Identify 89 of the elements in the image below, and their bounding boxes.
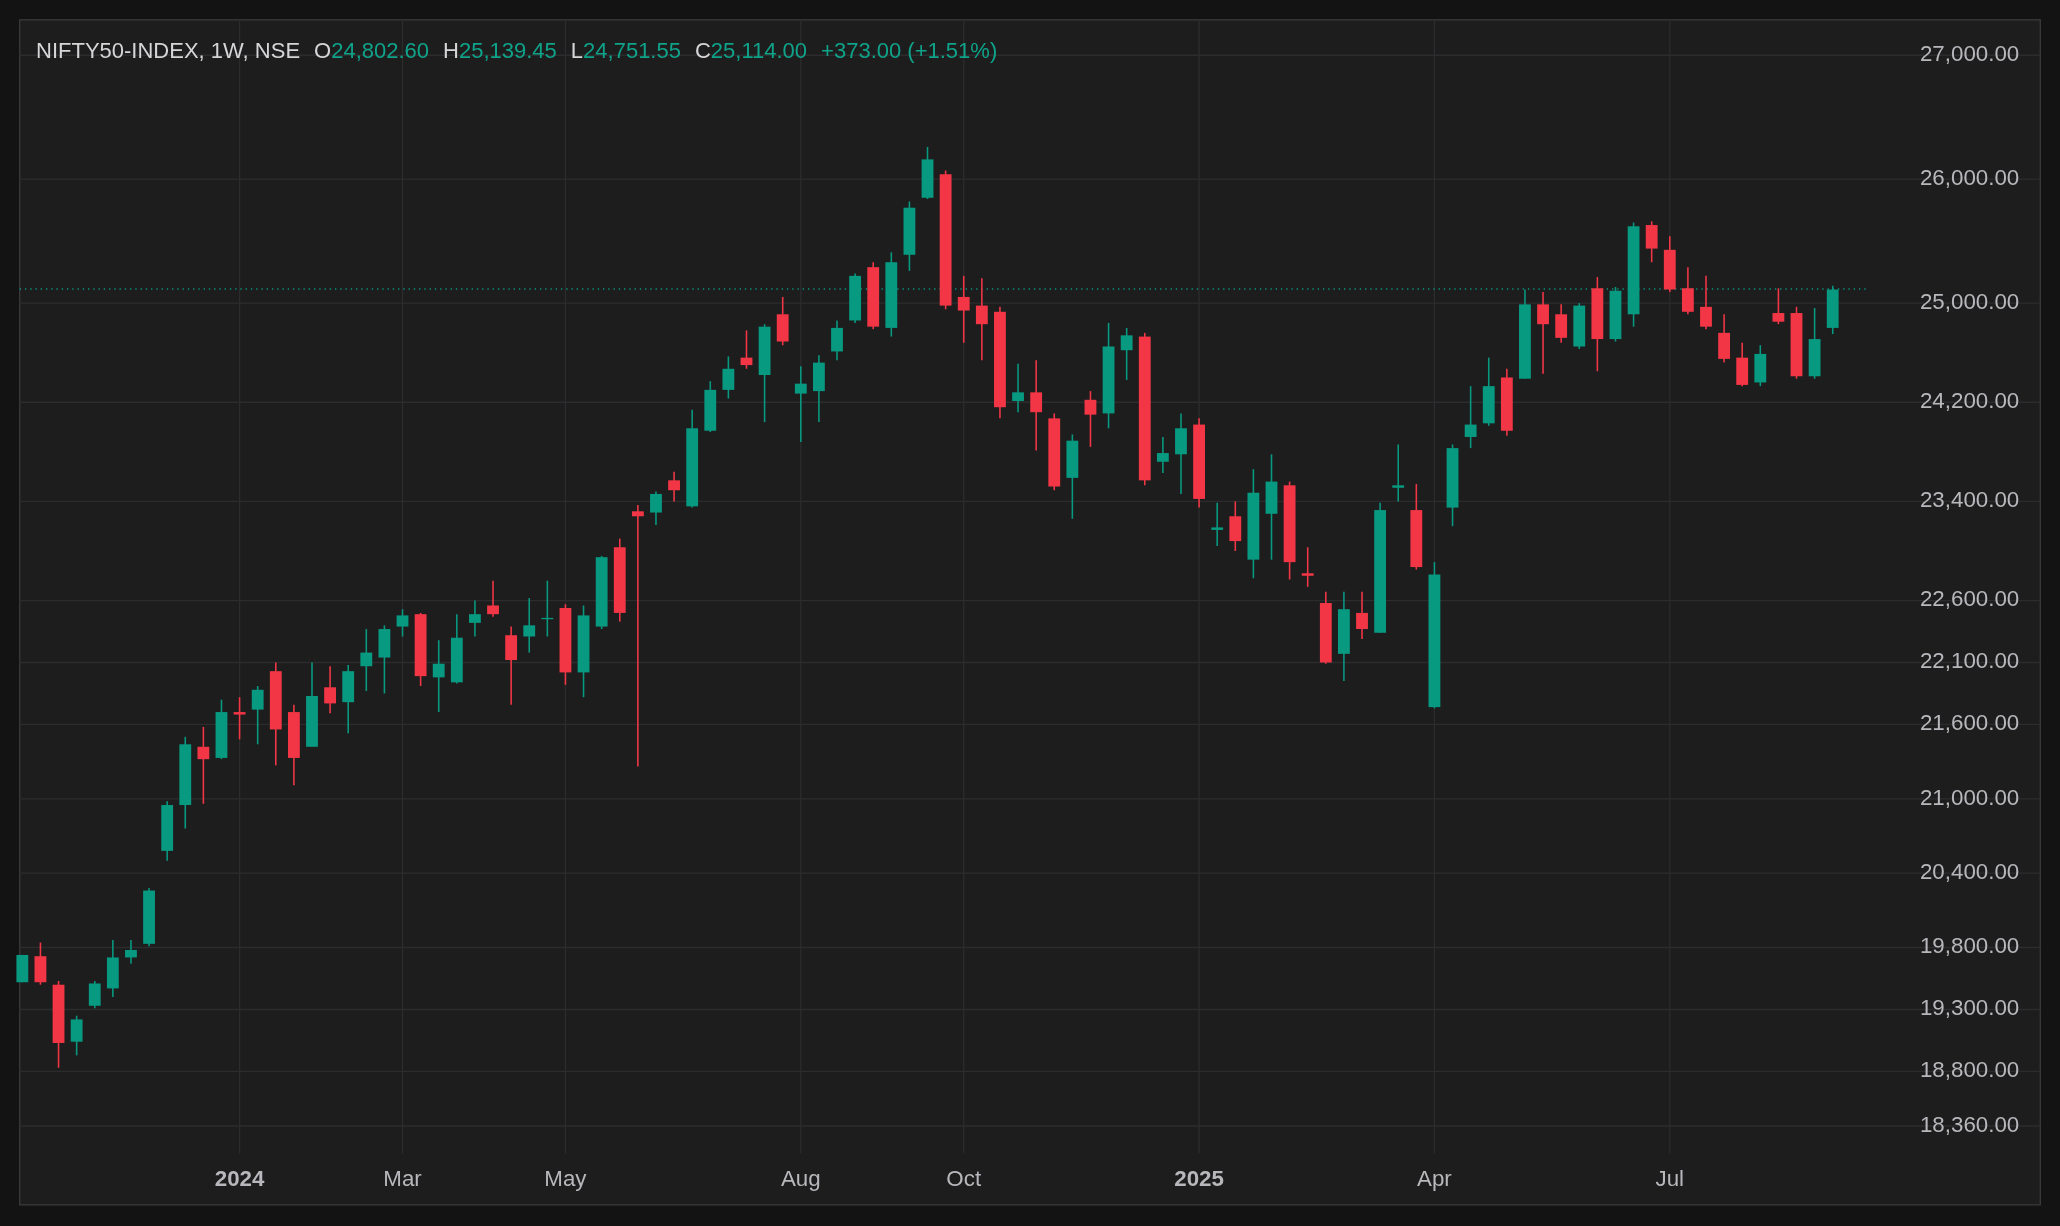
time-axis-label: May	[544, 1165, 587, 1191]
time-axis-label: Oct	[946, 1165, 982, 1191]
price-axis-label: 26,000.00	[1919, 165, 2020, 191]
ohlc-label: H	[443, 38, 459, 64]
candlestick	[1555, 303, 1568, 344]
candlestick	[396, 608, 409, 638]
time-axis-label: Aug	[780, 1165, 821, 1191]
candlestick	[215, 698, 228, 760]
time-axis-label: Apr	[1417, 1165, 1452, 1191]
candlestick	[1211, 501, 1224, 547]
candlestick	[1826, 284, 1839, 335]
candlestick	[1718, 313, 1730, 364]
candlestick	[1772, 287, 1785, 325]
price-axis-label: 21,600.00	[1919, 710, 2020, 736]
candlestick	[70, 1014, 83, 1057]
candlestick	[106, 939, 119, 998]
candlestick	[1156, 436, 1169, 474]
time-axis-label: Jul	[1655, 1165, 1685, 1191]
price-axis-label: 27,000.00	[1919, 41, 2020, 67]
candlestick	[704, 380, 717, 433]
candlestick	[16, 954, 29, 983]
candlestick	[1645, 220, 1658, 264]
candlestick	[831, 319, 843, 361]
candlestick	[650, 490, 662, 526]
candlestick	[450, 613, 463, 685]
candlestick	[1012, 363, 1024, 413]
ohlc-label: C	[694, 38, 711, 64]
candlestick	[1301, 546, 1314, 588]
price-axis-label: 24,200.00	[1919, 388, 2020, 414]
candlestick	[1084, 390, 1097, 448]
price-axis-label: 21,000.00	[1919, 784, 2020, 810]
candlestick	[1754, 344, 1767, 387]
candlestick	[813, 354, 825, 423]
candlestick	[776, 296, 789, 347]
ohlc-value: 25,114.00	[710, 38, 808, 64]
candlestick	[161, 800, 174, 862]
price-axis-label: 19,300.00	[1919, 995, 2020, 1021]
candlestick	[125, 939, 137, 965]
ohlc-label: O	[314, 38, 332, 64]
time-axis-label: 2024	[214, 1165, 265, 1191]
candlestick	[1464, 385, 1477, 449]
candlestick	[867, 261, 880, 330]
candlestick	[34, 941, 47, 986]
price-axis-label: 18,360.00	[1919, 1111, 2020, 1137]
candlestick	[233, 696, 246, 741]
candlestick	[1700, 275, 1712, 330]
price-axis-label: 25,000.00	[1919, 289, 2020, 315]
candlestick	[1500, 368, 1513, 437]
price-axis-label: 23,400.00	[1919, 487, 2020, 513]
candlestick	[1663, 235, 1676, 293]
candlestick	[1482, 356, 1495, 427]
candlestick	[903, 200, 916, 272]
price-axis-label: 20,400.00	[1919, 859, 2020, 885]
candlestick	[1392, 443, 1405, 503]
candlestick	[740, 329, 753, 370]
candlestick	[1573, 302, 1586, 350]
candlestick	[1229, 500, 1242, 552]
ohlc-label: L	[570, 38, 584, 64]
candlestick	[342, 664, 355, 734]
candlestick	[541, 579, 554, 638]
price-axis-label: 19,800.00	[1919, 933, 2020, 959]
candlestick	[251, 685, 264, 746]
candlestick	[957, 275, 970, 344]
price-axis-label: 22,100.00	[1919, 648, 2020, 674]
candlestick	[378, 624, 391, 695]
time-axis-label: Mar	[383, 1165, 422, 1191]
candlestick	[1120, 327, 1133, 381]
price-change: +373.00 (+1.51%)	[821, 38, 998, 64]
candlestick	[487, 579, 499, 618]
candlestick	[668, 470, 680, 503]
price-axis-label: 18,800.00	[1919, 1057, 2020, 1083]
time-axis-label: 2025	[1174, 1165, 1224, 1191]
candlestick	[849, 272, 861, 324]
candlestick	[1736, 342, 1749, 387]
candlestick	[722, 355, 735, 400]
candlestick	[1356, 591, 1368, 640]
chart-symbol: NIFTY50-INDEX, 1W, NSE	[36, 38, 301, 64]
ohlc-value: 24,751.55	[583, 38, 681, 64]
candlestick	[143, 887, 155, 948]
price-axis-label: 22,600.00	[1919, 586, 2020, 612]
candlestick	[469, 599, 481, 638]
candlestick	[921, 146, 934, 200]
ohlc-value: 25,139.45	[458, 38, 557, 64]
candlestick	[523, 597, 536, 654]
ohlc-value: 24,802.60	[331, 38, 430, 64]
candlestick	[324, 665, 336, 715]
candlestick	[360, 628, 373, 692]
candlestick	[1681, 266, 1694, 316]
candlestick	[88, 980, 101, 1010]
